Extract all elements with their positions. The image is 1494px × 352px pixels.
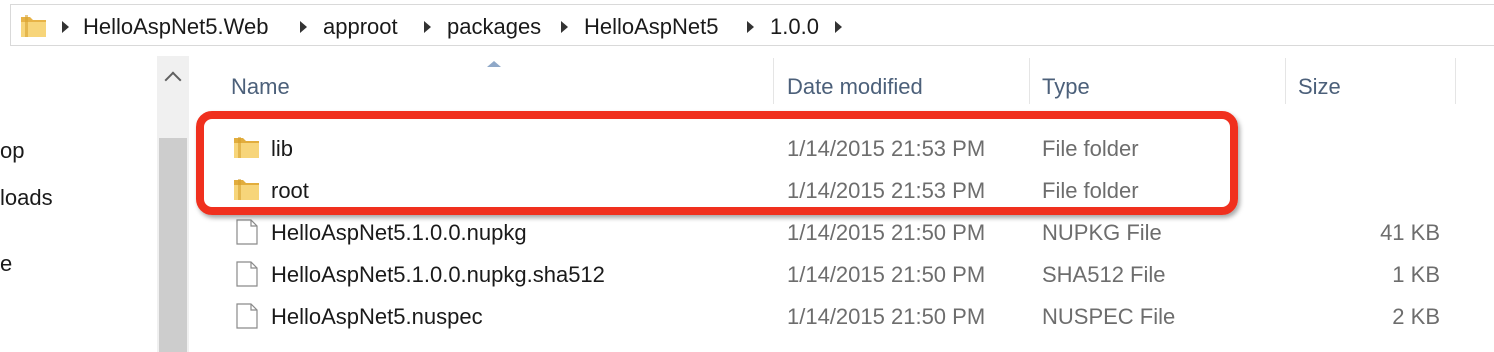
column-header-date[interactable]: Date modified xyxy=(787,74,923,100)
file-type: NUPKG File xyxy=(1042,220,1162,245)
file-name[interactable]: HelloAspNet5.nuspec xyxy=(271,304,483,330)
nav-item-downloads[interactable]: loads xyxy=(0,185,53,211)
column-header-name[interactable]: Name xyxy=(231,74,290,100)
file-size: 41 KB xyxy=(1380,220,1440,245)
breadcrumb-separator-icon[interactable] xyxy=(561,21,568,33)
file-date: 1/14/2015 21:50 PM xyxy=(787,262,986,287)
file-size: 2 KB xyxy=(1392,304,1440,329)
file-date: 1/14/2015 21:50 PM xyxy=(787,304,986,329)
column-divider[interactable] xyxy=(1285,58,1286,104)
file-name[interactable]: HelloAspNet5.1.0.0.nupkg xyxy=(271,220,527,246)
breadcrumb-separator-icon[interactable] xyxy=(300,21,307,33)
breadcrumb-helloaspnet5[interactable]: HelloAspNet5 xyxy=(584,14,719,40)
nav-item-desktop[interactable]: op xyxy=(0,138,24,164)
file-type: SHA512 File xyxy=(1042,262,1166,287)
breadcrumb-packages[interactable]: packages xyxy=(447,14,541,40)
sort-ascending-icon xyxy=(487,61,501,67)
breadcrumb-separator-icon[interactable] xyxy=(424,21,431,33)
column-divider[interactable] xyxy=(1455,58,1456,104)
breadcrumb-separator-icon[interactable] xyxy=(62,21,69,33)
breadcrumb-version[interactable]: 1.0.0 xyxy=(770,14,819,40)
file-name[interactable]: HelloAspNet5.1.0.0.nupkg.sha512 xyxy=(271,262,605,288)
column-divider[interactable] xyxy=(773,58,774,104)
highlight-annotation xyxy=(196,111,1238,215)
breadcrumb-hello-web[interactable]: HelloAspNet5.Web xyxy=(83,14,268,40)
file-date: 1/14/2015 21:50 PM xyxy=(787,220,986,245)
nav-item-e[interactable]: e xyxy=(0,251,12,277)
column-divider[interactable] xyxy=(1029,58,1030,104)
file-icon xyxy=(236,219,258,250)
breadcrumb-approot[interactable]: approot xyxy=(323,14,398,40)
folder-icon xyxy=(19,13,49,44)
file-icon xyxy=(236,261,258,292)
file-icon xyxy=(236,303,258,334)
column-header-size[interactable]: Size xyxy=(1298,74,1341,100)
scrollbar-thumb[interactable] xyxy=(159,138,187,352)
breadcrumb-separator-icon[interactable] xyxy=(835,21,842,33)
file-type: NUSPEC File xyxy=(1042,304,1176,329)
breadcrumb-separator-icon[interactable] xyxy=(747,21,754,33)
file-size: 1 KB xyxy=(1392,262,1440,287)
column-header-type[interactable]: Type xyxy=(1042,74,1090,100)
address-bar[interactable]: HelloAspNet5.Web approot packages HelloA… xyxy=(10,4,1494,46)
